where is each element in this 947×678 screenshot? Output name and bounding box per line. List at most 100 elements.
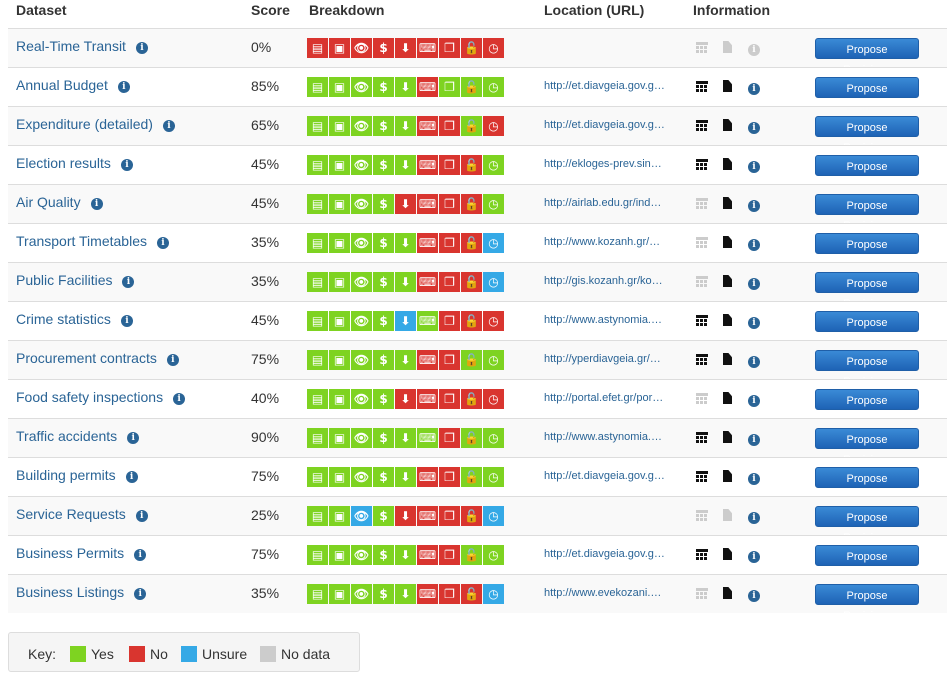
- eye-icon[interactable]: 👁: [351, 545, 372, 565]
- clock-icon[interactable]: ◷: [483, 467, 504, 487]
- col-score[interactable]: Score: [251, 2, 290, 18]
- dataset-link[interactable]: Business Listings i: [16, 584, 147, 600]
- propose-revisions-button[interactable]: Propose Revisions: [815, 545, 919, 583]
- details-info-icon[interactable]: i: [748, 197, 760, 212]
- file-icon[interactable]: ▤: [307, 311, 328, 331]
- dataset-link[interactable]: Transport Timetables i: [16, 233, 169, 249]
- info-icon[interactable]: i: [120, 315, 133, 327]
- eye-icon[interactable]: 👁: [351, 77, 372, 97]
- keyboard-icon[interactable]: ⌨: [417, 545, 438, 565]
- floppy-icon[interactable]: ▣: [329, 389, 350, 409]
- copy-icon[interactable]: ❐: [439, 311, 460, 331]
- download-icon[interactable]: ⬇: [395, 233, 416, 253]
- unlock-icon[interactable]: 🔓: [461, 350, 482, 370]
- dollar-icon[interactable]: $: [373, 116, 394, 136]
- location-url[interactable]: http://www.astynomia.…: [544, 314, 678, 326]
- dollar-icon[interactable]: $: [373, 506, 394, 526]
- download-icon[interactable]: ⬇: [395, 584, 416, 604]
- propose-revisions-button[interactable]: Propose Revisions: [815, 389, 919, 427]
- details-info-icon[interactable]: i: [748, 275, 760, 290]
- dataset-name[interactable]: Service Requests: [16, 506, 126, 522]
- dataset-name[interactable]: Expenditure (detailed): [16, 116, 153, 132]
- details-info-icon[interactable]: i: [748, 509, 760, 524]
- unlock-icon[interactable]: 🔓: [461, 467, 482, 487]
- info-icon[interactable]: i: [166, 354, 179, 366]
- clock-icon[interactable]: ◷: [483, 350, 504, 370]
- info-icon[interactable]: i: [162, 120, 175, 132]
- keyboard-icon[interactable]: ⌨: [417, 506, 438, 526]
- unlock-icon[interactable]: 🔓: [461, 233, 482, 253]
- propose-revisions-button[interactable]: Propose Revisions: [815, 506, 919, 544]
- floppy-icon[interactable]: ▣: [329, 311, 350, 331]
- info-icon[interactable]: i: [117, 81, 130, 93]
- copy-icon[interactable]: ❐: [439, 467, 460, 487]
- dataset-link[interactable]: Expenditure (detailed) i: [16, 116, 175, 132]
- propose-revisions-button[interactable]: Propose Revisions: [815, 311, 919, 349]
- dataset-name[interactable]: Food safety inspections: [16, 389, 163, 405]
- details-info-icon[interactable]: i: [748, 587, 760, 602]
- document-icon[interactable]: [723, 236, 732, 251]
- dollar-icon[interactable]: $: [373, 584, 394, 604]
- download-icon[interactable]: ⬇: [395, 389, 416, 409]
- propose-revisions-button[interactable]: Propose Revisions: [815, 116, 919, 154]
- info-icon[interactable]: i: [125, 471, 138, 483]
- unlock-icon[interactable]: 🔓: [461, 311, 482, 331]
- keyboard-icon[interactable]: ⌨: [417, 389, 438, 409]
- dataset-name[interactable]: Business Permits: [16, 545, 124, 561]
- propose-revisions-button[interactable]: Propose Revisions: [815, 584, 919, 622]
- floppy-icon[interactable]: ▣: [329, 116, 350, 136]
- clock-icon[interactable]: ◷: [483, 545, 504, 565]
- dollar-icon[interactable]: $: [373, 272, 394, 292]
- dataset-name[interactable]: Business Listings: [16, 584, 124, 600]
- download-icon[interactable]: ⬇: [395, 428, 416, 448]
- document-icon[interactable]: [723, 197, 732, 212]
- propose-revisions-button[interactable]: Propose Revisions: [815, 38, 919, 76]
- calendar-icon[interactable]: [696, 470, 708, 485]
- propose-revisions-button[interactable]: Propose Revisions: [815, 428, 919, 466]
- eye-icon[interactable]: 👁: [351, 350, 372, 370]
- document-icon[interactable]: [723, 431, 732, 446]
- keyboard-icon[interactable]: ⌨: [417, 350, 438, 370]
- keyboard-icon[interactable]: ⌨: [417, 194, 438, 214]
- download-icon[interactable]: ⬇: [395, 272, 416, 292]
- location-url[interactable]: http://gis.kozanh.gr/ko…: [544, 275, 678, 287]
- info-icon[interactable]: i: [135, 42, 148, 54]
- clock-icon[interactable]: ◷: [483, 233, 504, 253]
- info-icon[interactable]: i: [134, 588, 147, 600]
- clock-icon[interactable]: ◷: [483, 116, 504, 136]
- unlock-icon[interactable]: 🔓: [461, 194, 482, 214]
- propose-revisions-button[interactable]: Propose Revisions: [815, 272, 919, 310]
- calendar-icon[interactable]: [696, 353, 708, 368]
- calendar-icon[interactable]: [696, 80, 708, 95]
- keyboard-icon[interactable]: ⌨: [417, 155, 438, 175]
- dataset-name[interactable]: Real-Time Transit: [16, 38, 126, 54]
- location-url[interactable]: http://et.diavgeia.gov.g…: [544, 470, 678, 482]
- calendar-icon[interactable]: [696, 119, 708, 134]
- unlock-icon[interactable]: 🔓: [461, 272, 482, 292]
- details-info-icon[interactable]: i: [748, 431, 760, 446]
- floppy-icon[interactable]: ▣: [329, 38, 350, 58]
- details-info-icon[interactable]: i: [748, 392, 760, 407]
- keyboard-icon[interactable]: ⌨: [417, 467, 438, 487]
- download-icon[interactable]: ⬇: [395, 116, 416, 136]
- dataset-name[interactable]: Transport Timetables: [16, 233, 147, 249]
- copy-icon[interactable]: ❐: [439, 350, 460, 370]
- download-icon[interactable]: ⬇: [395, 545, 416, 565]
- copy-icon[interactable]: ❐: [439, 116, 460, 136]
- dollar-icon[interactable]: $: [373, 194, 394, 214]
- file-icon[interactable]: ▤: [307, 428, 328, 448]
- dollar-icon[interactable]: $: [373, 389, 394, 409]
- document-icon[interactable]: [723, 119, 732, 134]
- copy-icon[interactable]: ❐: [439, 389, 460, 409]
- document-icon[interactable]: [723, 548, 732, 563]
- clock-icon[interactable]: ◷: [483, 389, 504, 409]
- dataset-link[interactable]: Crime statistics i: [16, 311, 133, 327]
- download-icon[interactable]: ⬇: [395, 506, 416, 526]
- keyboard-icon[interactable]: ⌨: [417, 38, 438, 58]
- eye-icon[interactable]: 👁: [351, 389, 372, 409]
- location-url[interactable]: http://yperdiavgeia.gr/…: [544, 353, 678, 365]
- clock-icon[interactable]: ◷: [483, 506, 504, 526]
- keyboard-icon[interactable]: ⌨: [417, 272, 438, 292]
- dataset-link[interactable]: Building permits i: [16, 467, 138, 483]
- unlock-icon[interactable]: 🔓: [461, 428, 482, 448]
